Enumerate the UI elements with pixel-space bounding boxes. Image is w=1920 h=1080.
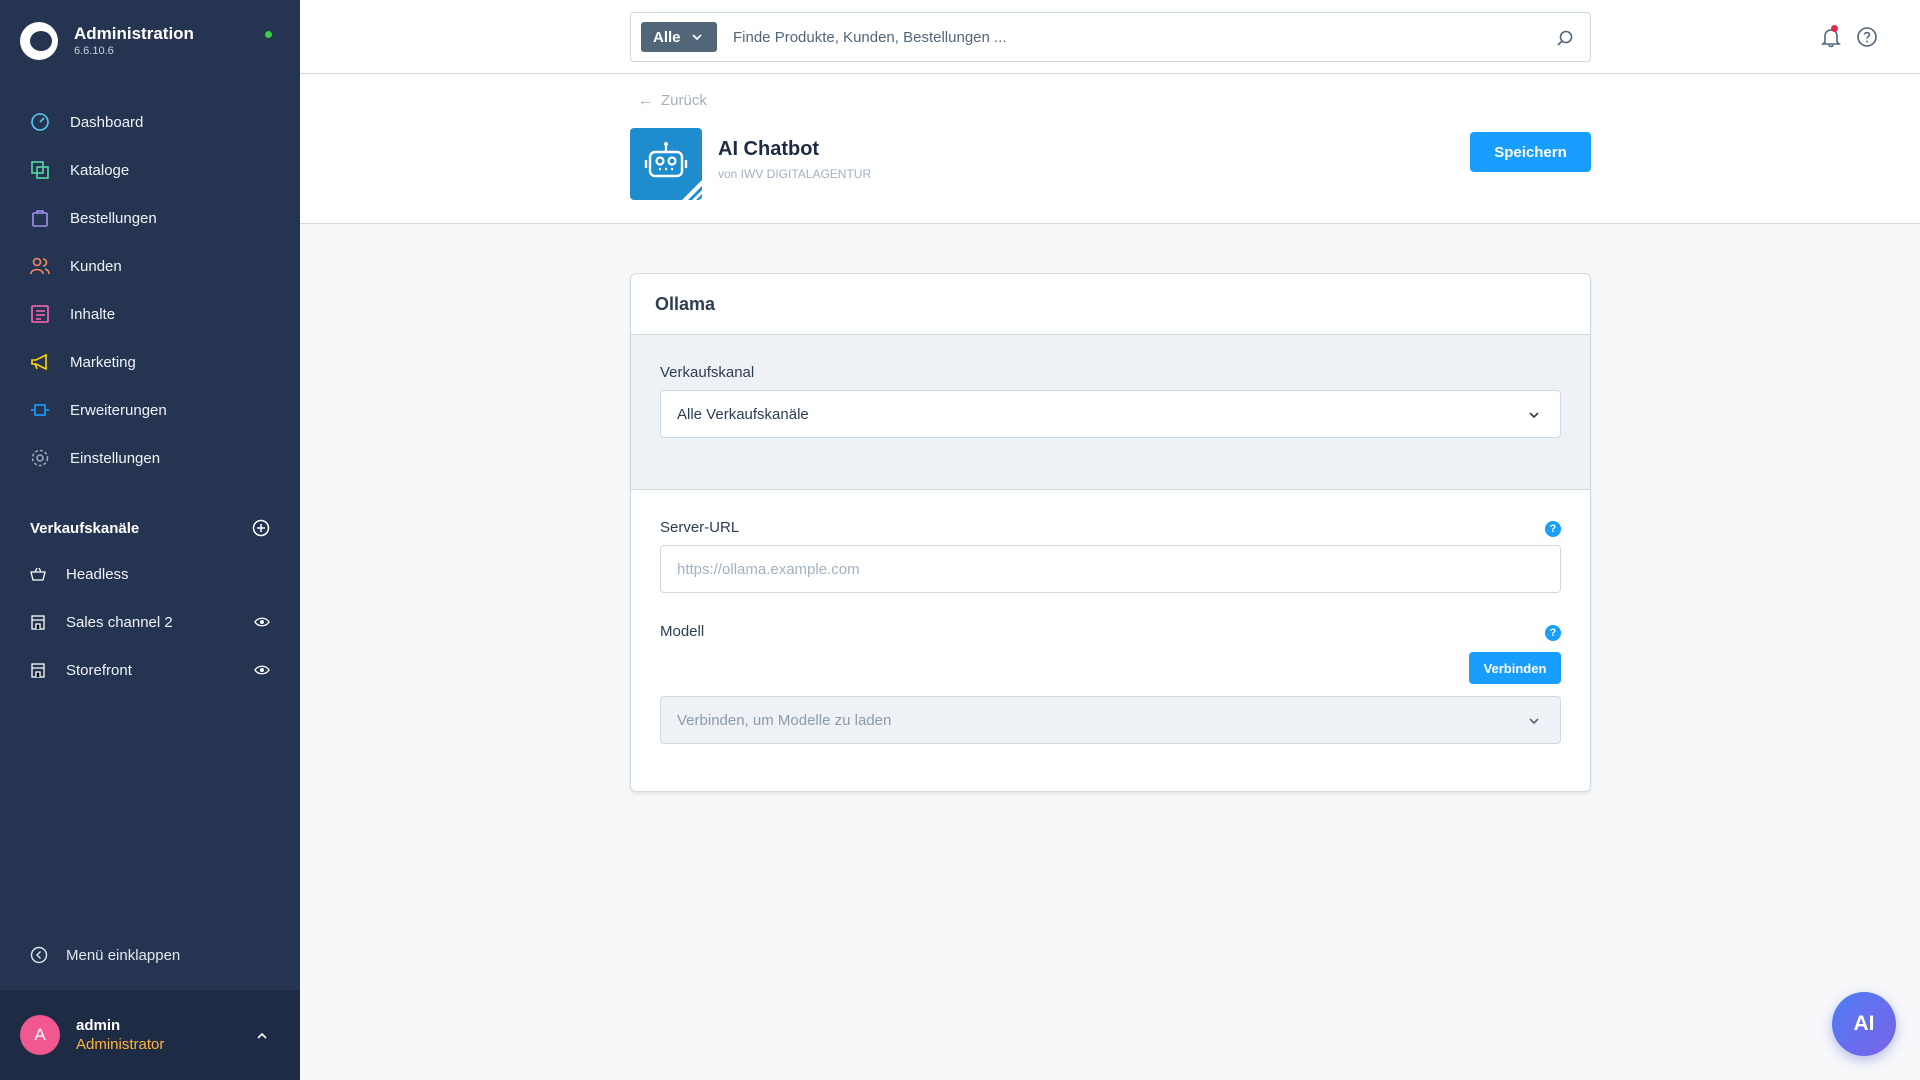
sales-channel-section: Verkaufskanal Alle Verkaufskanäle (631, 335, 1590, 490)
help-icon[interactable]: ? (1545, 521, 1561, 537)
global-search: Alle (630, 12, 1591, 62)
customers-icon (30, 256, 50, 276)
notification-badge (1831, 25, 1838, 32)
collapse-menu-button[interactable]: Menü einklappen (30, 946, 180, 964)
nav-item-bestellungen[interactable]: Bestellungen (0, 194, 300, 242)
model-select[interactable]: Verbinden, um Modelle zu laden (660, 696, 1561, 744)
content-icon (30, 304, 50, 324)
nav-item-marketing[interactable]: Marketing (0, 338, 300, 386)
search-icon[interactable] (1556, 29, 1574, 47)
nav-item-label: Bestellungen (70, 209, 157, 227)
plugin-icon (30, 400, 50, 420)
user-role: Administrator (76, 1036, 165, 1053)
avatar: A (20, 1015, 60, 1055)
shopware-logo-icon (20, 22, 58, 60)
storefront-icon (30, 614, 46, 630)
basket-icon (30, 566, 46, 582)
sales-channels-header: Verkaufskanäle (30, 519, 270, 537)
chevron-down-icon (1529, 412, 1539, 419)
search-input[interactable] (733, 28, 1553, 46)
nav-item-label: Kataloge (70, 161, 130, 179)
robot-icon (644, 142, 702, 200)
app-logo (630, 128, 702, 200)
app-vendor: von IWV DIGITALAGENTUR (718, 167, 872, 181)
back-link[interactable]: ← Zurück (638, 92, 707, 109)
user-menu[interactable]: A admin Administrator (0, 990, 300, 1080)
nav-item-kataloge[interactable]: Kataloge (0, 146, 300, 194)
model-label: Modell (660, 623, 705, 640)
chevron-down-icon (691, 34, 702, 41)
search-type-select[interactable]: Alle (641, 22, 717, 52)
server-url-label: Server-URL (660, 519, 740, 536)
sales-channel-list: Headless Sales channel 2 Storefront (0, 550, 300, 694)
brand[interactable]: Administration 6.6.10.6 (20, 22, 194, 60)
user-name: admin (76, 1017, 121, 1034)
card-title: Ollama (631, 274, 1590, 335)
storefront-icon (30, 662, 46, 678)
nav-item-label: Kunden (70, 257, 122, 275)
main-nav: Dashboard Kataloge Bestellungen Kunden I… (0, 98, 300, 482)
model-placeholder: Verbinden, um Modelle zu laden (677, 711, 892, 729)
dashboard-icon (30, 112, 50, 132)
status-online-icon (265, 31, 272, 38)
sales-channel-label: Sales channel 2 (66, 613, 173, 631)
sidebar: Administration 6.6.10.6 Dashboard Katalo… (0, 0, 300, 1080)
arrow-left-icon: ← (638, 92, 653, 109)
sales-channel-label: Storefront (66, 661, 132, 679)
megaphone-icon (30, 352, 50, 372)
chevron-down-icon (1529, 718, 1539, 725)
gear-icon (30, 448, 50, 468)
help-icon[interactable] (1856, 26, 1878, 48)
server-url-input[interactable] (660, 545, 1561, 593)
collapse-menu-label: Menü einklappen (66, 946, 181, 964)
app-name: AI Chatbot (718, 138, 820, 160)
nav-item-label: Inhalte (70, 305, 116, 323)
ai-assistant-button[interactable]: AI (1832, 992, 1896, 1056)
sales-channel-value: Alle Verkaufskanäle (677, 405, 809, 423)
sales-channel-label: Headless (66, 565, 129, 583)
help-icon[interactable]: ? (1545, 625, 1561, 641)
sales-channels-title: Verkaufskanäle (30, 519, 140, 537)
nav-item-label: Einstellungen (70, 449, 161, 467)
sales-channel-item-storefront[interactable]: Storefront (0, 646, 300, 694)
config-card: Ollama Verkaufskanal Alle Verkaufskanäle… (630, 273, 1591, 792)
chevron-up-icon[interactable] (256, 1030, 268, 1042)
page-header: ← Zurück AI Chatbot von IWV DIGITALAGENT… (300, 74, 1920, 224)
sales-channel-label: Verkaufskanal (660, 364, 755, 381)
app-version: 6.6.10.6 (74, 45, 114, 57)
chevron-left-circle-icon (30, 946, 48, 964)
nav-item-label: Dashboard (70, 113, 144, 131)
sales-channel-select[interactable]: Alle Verkaufskanäle (660, 390, 1561, 438)
nav-item-dashboard[interactable]: Dashboard (0, 98, 300, 146)
sales-channel-item-headless[interactable]: Headless (0, 550, 300, 598)
connect-button[interactable]: Verbinden (1469, 652, 1561, 684)
app-title: Administration (74, 24, 194, 43)
back-label: Zurück (661, 92, 707, 109)
nav-item-kunden[interactable]: Kunden (0, 242, 300, 290)
nav-item-label: Erweiterungen (70, 401, 167, 419)
search-type-label: Alle (653, 28, 681, 46)
shopping-bag-icon (30, 208, 50, 228)
save-button[interactable]: Speichern (1470, 132, 1591, 172)
eye-icon[interactable] (254, 662, 270, 678)
nav-item-label: Marketing (70, 353, 136, 371)
nav-item-einstellungen[interactable]: Einstellungen (0, 434, 300, 482)
nav-item-erweiterungen[interactable]: Erweiterungen (0, 386, 300, 434)
settings-section: Server-URL ? Modell ? Verbinden Verbinde… (631, 490, 1590, 791)
eye-icon[interactable] (254, 614, 270, 630)
catalog-icon (30, 160, 50, 180)
nav-item-inhalte[interactable]: Inhalte (0, 290, 300, 338)
add-sales-channel-icon[interactable] (252, 519, 270, 537)
sales-channel-item-sales-channel-2[interactable]: Sales channel 2 (0, 598, 300, 646)
top-bar: Alle (300, 0, 1920, 74)
